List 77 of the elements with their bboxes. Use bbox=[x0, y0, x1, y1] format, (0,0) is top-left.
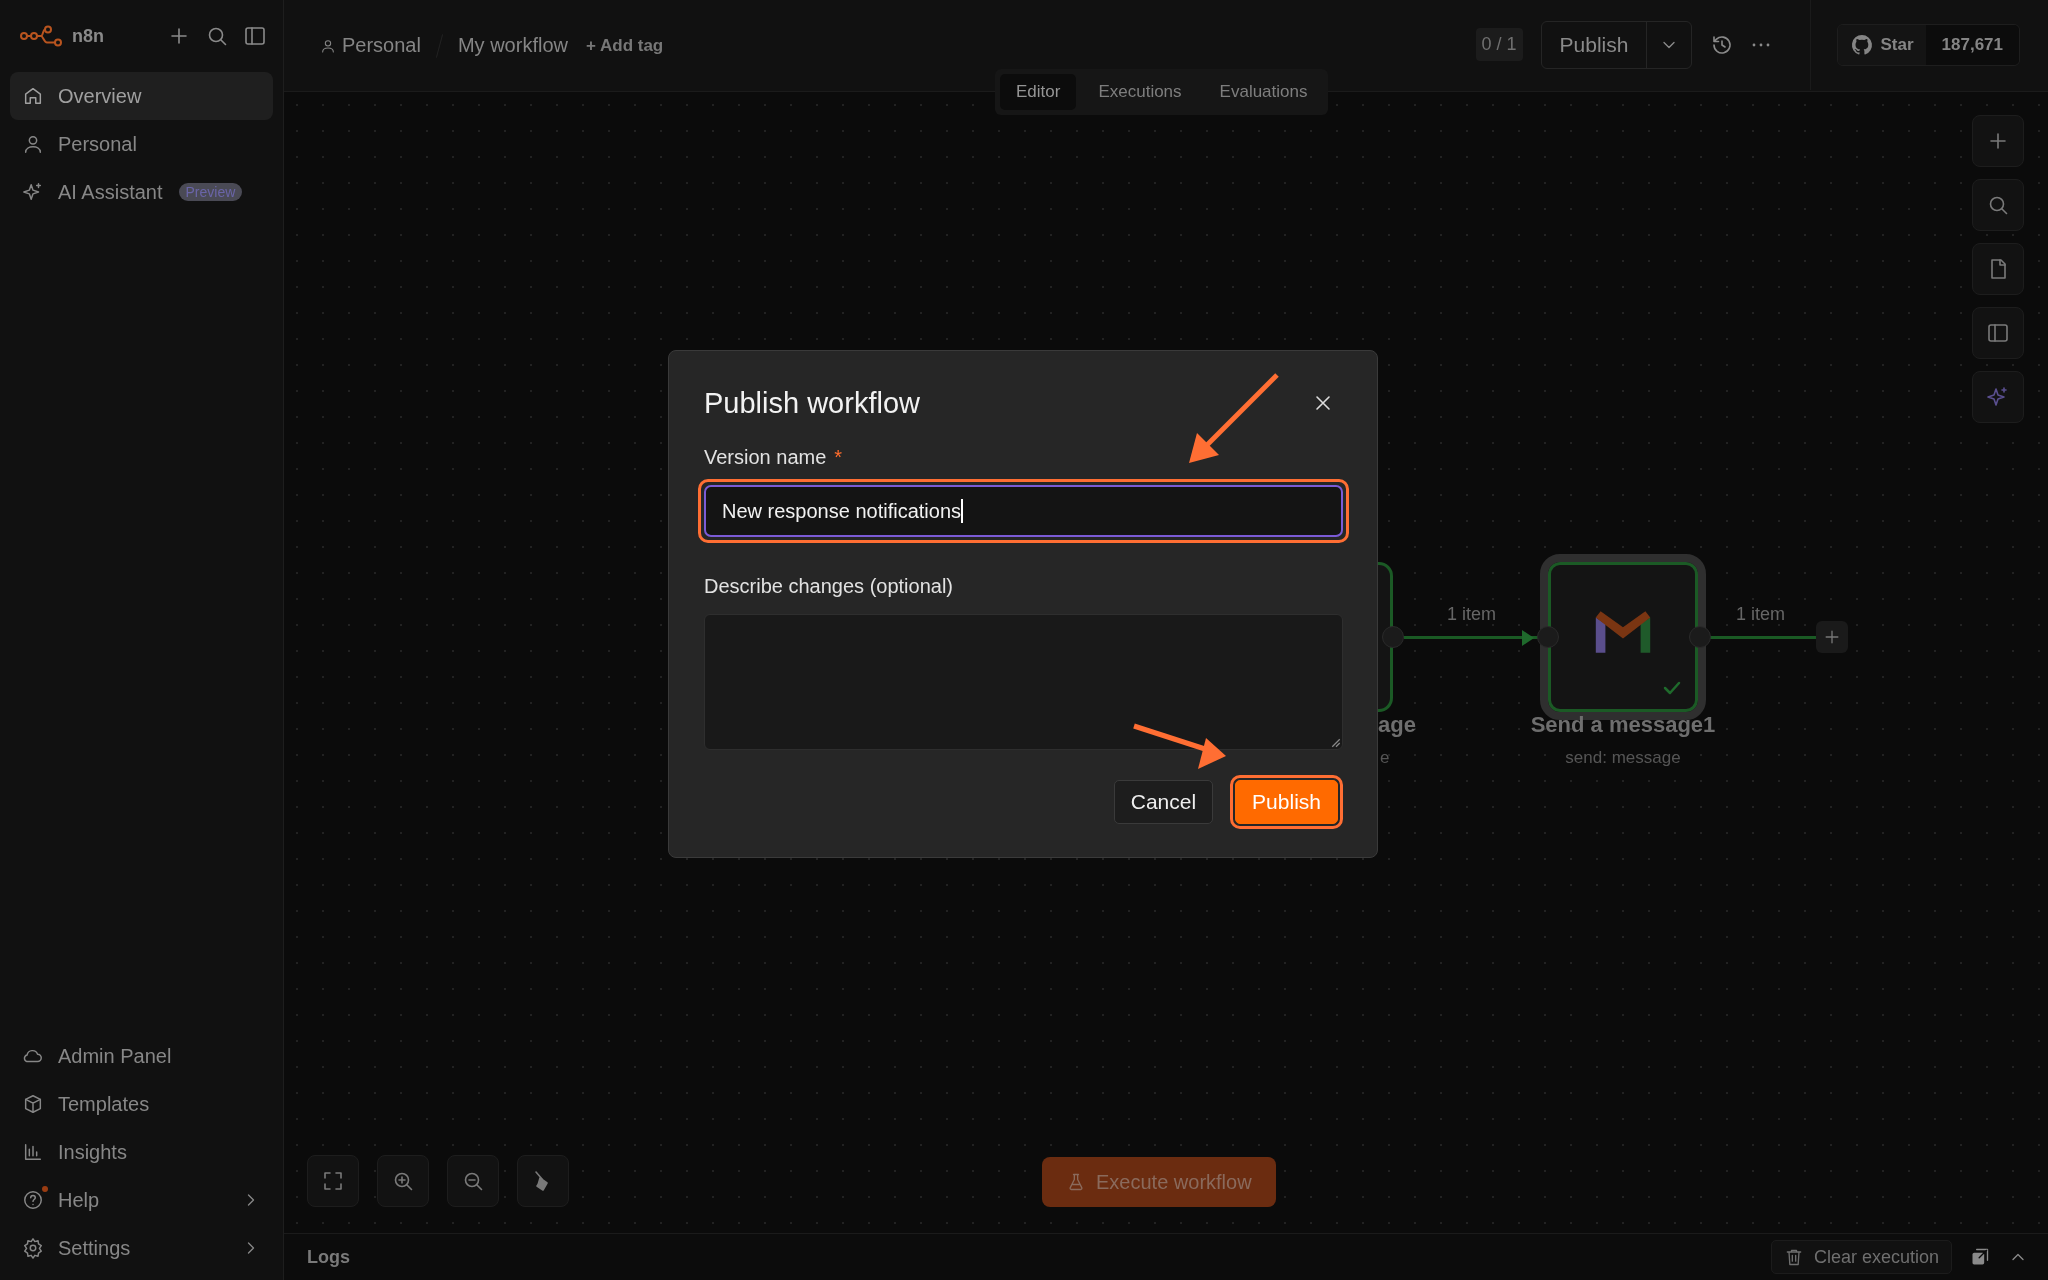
panel-icon bbox=[1986, 321, 2010, 345]
connection-label: 1 item bbox=[1736, 604, 1786, 625]
sidebar-toggle-button[interactable] bbox=[243, 24, 267, 48]
node-title: Send a message1 bbox=[1529, 712, 1717, 738]
flask-icon bbox=[1066, 1172, 1086, 1192]
tab[interactable]: Executions bbox=[1082, 74, 1198, 110]
connection-label: 1 item bbox=[1447, 604, 1497, 625]
breadcrumb-item[interactable]: Personal bbox=[320, 34, 421, 57]
sidebar-item-label: Overview bbox=[58, 84, 142, 108]
cancel-button[interactable]: Cancel bbox=[1113, 780, 1214, 824]
node-title: age bbox=[1378, 712, 1416, 738]
popout-icon bbox=[1970, 1247, 1990, 1267]
sidebar-item-label: Insights bbox=[58, 1140, 127, 1164]
breadcrumb-item[interactable]: My workflow bbox=[457, 34, 568, 57]
sidebar-item-label: Templates bbox=[58, 1092, 150, 1116]
description-field[interactable] bbox=[704, 614, 1343, 750]
version-count: 0 / 1 bbox=[1475, 28, 1523, 61]
publish-button[interactable]: Publish bbox=[1235, 780, 1338, 824]
sticky-note-button[interactable] bbox=[1972, 243, 2024, 295]
more-icon bbox=[1752, 42, 1771, 47]
sidebar-item-label: Help bbox=[58, 1188, 100, 1212]
star-count: 187,671 bbox=[1925, 24, 2019, 65]
sidebar-item-label: Personal bbox=[58, 132, 137, 156]
sidebar-item[interactable]: Help bbox=[10, 1176, 273, 1224]
zoom-out-button[interactable] bbox=[447, 1155, 499, 1207]
gear-icon bbox=[22, 1237, 44, 1259]
fullscreen-icon bbox=[321, 1169, 345, 1193]
sidebar-item[interactable]: Templates bbox=[10, 1080, 273, 1128]
add-button[interactable] bbox=[1972, 115, 2024, 167]
more-button[interactable] bbox=[1752, 42, 1771, 47]
add-tag-link[interactable]: + Add tag bbox=[585, 35, 664, 56]
field-label: Describe changes (optional) bbox=[704, 575, 954, 598]
clear-execution-button[interactable]: Clear execution bbox=[1770, 1240, 1952, 1274]
sidebar-item[interactable]: Personal bbox=[10, 120, 273, 168]
dialog-title: Publish workflow bbox=[704, 387, 920, 420]
add-node-button[interactable] bbox=[1816, 621, 1848, 653]
sidebar-item[interactable]: AI Assistant Preview bbox=[10, 168, 273, 216]
required-mark: * bbox=[834, 446, 843, 469]
node-subtitle: send: message bbox=[1564, 748, 1682, 768]
sidebar-item[interactable]: Admin Panel bbox=[10, 1032, 273, 1080]
fit-view-button[interactable] bbox=[307, 1155, 359, 1207]
publish-button[interactable]: Publish bbox=[1541, 21, 1648, 68]
box-icon bbox=[22, 1093, 44, 1115]
connection-handle[interactable] bbox=[1537, 626, 1559, 648]
field-label: Version name bbox=[704, 446, 827, 469]
logs-title[interactable]: Logs bbox=[307, 1246, 350, 1268]
panel-icon bbox=[243, 24, 267, 48]
tab[interactable]: Evaluations bbox=[1203, 74, 1324, 110]
github-icon bbox=[1850, 32, 1875, 57]
sidebar-item[interactable]: Settings bbox=[10, 1224, 273, 1272]
sparkle-icon bbox=[22, 181, 44, 203]
sidebar-item-label: Settings bbox=[58, 1236, 131, 1260]
sidebar-item-label: AI Assistant bbox=[58, 180, 163, 204]
logo-icon bbox=[20, 25, 64, 47]
help-icon bbox=[22, 1189, 44, 1211]
connection-arrowhead-icon bbox=[1522, 630, 1534, 646]
search-button[interactable] bbox=[1972, 179, 2024, 231]
panel-toggle-button[interactable] bbox=[1972, 307, 2024, 359]
sparkle-icon bbox=[1986, 385, 2010, 409]
brand-name: n8n bbox=[72, 25, 104, 47]
chart-icon bbox=[22, 1141, 44, 1163]
popout-button[interactable] bbox=[1970, 1247, 1990, 1267]
resize-handle-icon[interactable] bbox=[1331, 738, 1341, 748]
preview-badge: Preview bbox=[178, 183, 243, 201]
sidebar-item-label: Admin Panel bbox=[58, 1044, 172, 1068]
version-name-field[interactable]: New response notifications bbox=[704, 485, 1343, 537]
sidebar-item[interactable]: Insights bbox=[10, 1128, 273, 1176]
sidebar-item[interactable]: Overview bbox=[10, 72, 273, 120]
person-icon bbox=[320, 37, 336, 54]
node-subtitle: e bbox=[1380, 748, 1390, 768]
home-icon bbox=[22, 85, 44, 107]
zoom-in-button[interactable] bbox=[377, 1155, 429, 1207]
ai-button[interactable] bbox=[1972, 371, 2024, 423]
tidy-up-button[interactable] bbox=[517, 1155, 569, 1207]
connection-handle[interactable] bbox=[1382, 626, 1404, 648]
person-icon bbox=[22, 133, 44, 155]
tab[interactable]: Editor bbox=[1000, 74, 1077, 110]
